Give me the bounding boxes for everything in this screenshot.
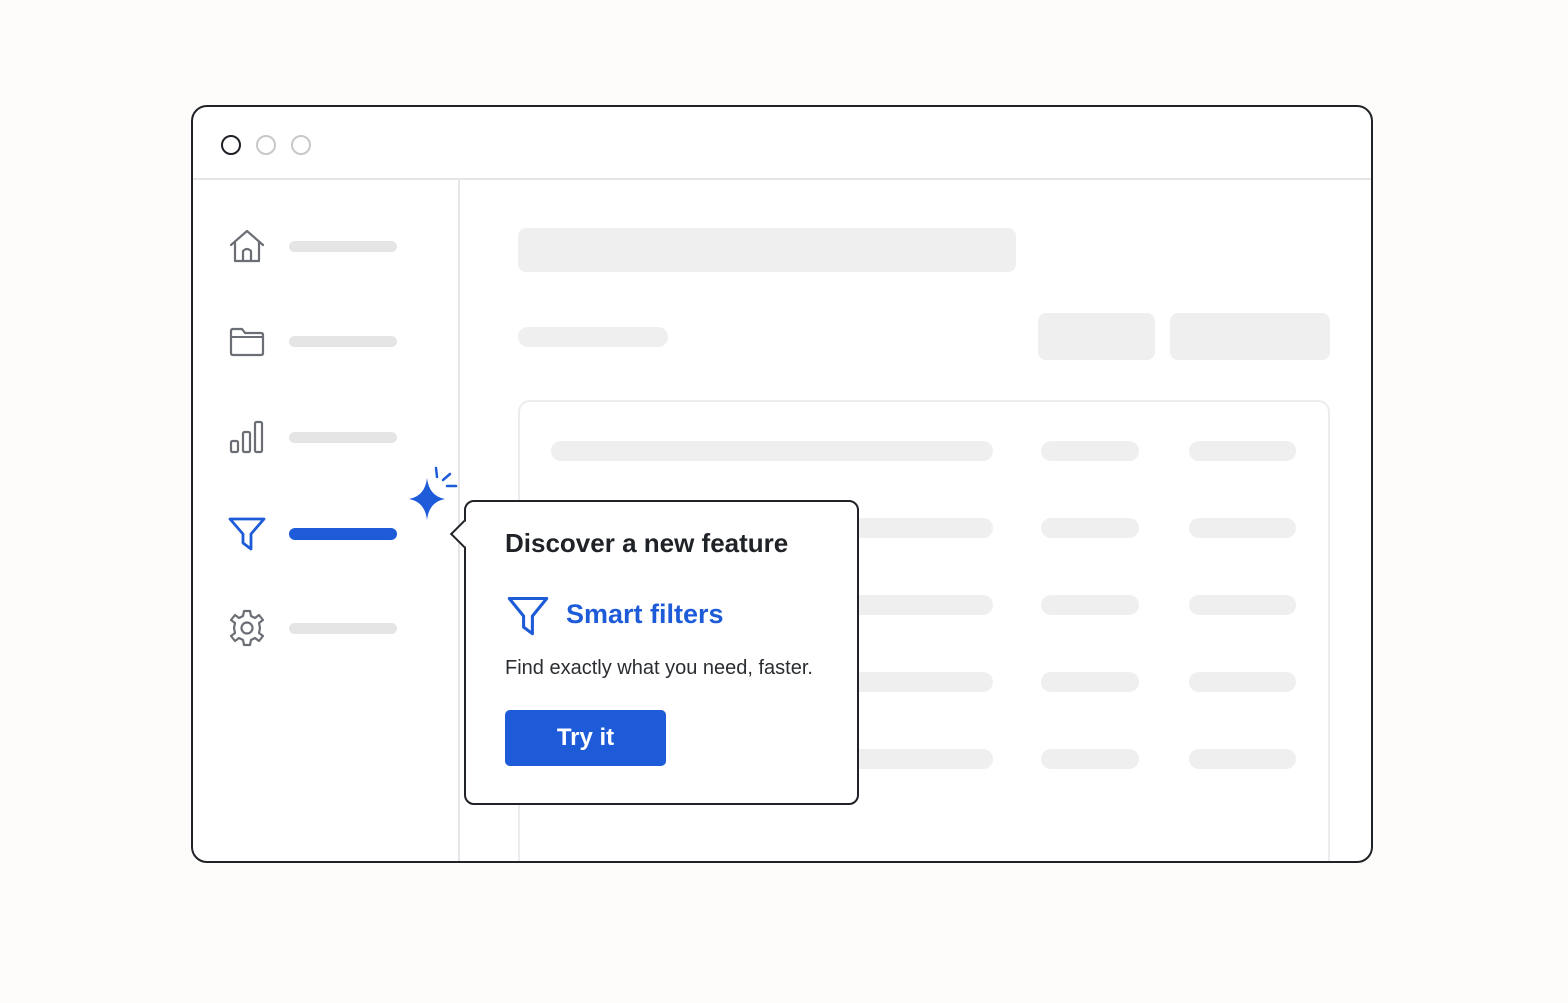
table-cell-placeholder: [1041, 441, 1139, 461]
toolbar-button-placeholder[interactable]: [1170, 313, 1330, 360]
table-cell-placeholder: [1189, 595, 1296, 615]
sparkle-icon: [409, 466, 458, 520]
table-cell-placeholder: [1041, 518, 1139, 538]
sidebar-item-label-placeholder: [289, 623, 397, 634]
feature-discovery-popover: Discover a new feature Smart filters Fin…: [449, 500, 859, 805]
table-cell-placeholder: [1189, 672, 1296, 692]
table-cell-placeholder: [1189, 441, 1296, 461]
page-title-placeholder: [518, 228, 1016, 272]
folder-icon: [229, 327, 265, 357]
table-cell-placeholder: [1041, 672, 1139, 692]
window-minimize-button[interactable]: [256, 135, 276, 155]
sidebar-item-files[interactable]: [227, 321, 407, 361]
table-cell-placeholder: [1041, 749, 1139, 769]
feature-description: Find exactly what you need, faster.: [505, 657, 813, 679]
gear-icon: [229, 609, 265, 647]
sidebar-item-label-placeholder: [289, 528, 397, 540]
feature-name: Smart filters: [566, 599, 724, 629]
popover-title: Discover a new feature: [505, 528, 789, 558]
sidebar-item-label-placeholder: [289, 241, 397, 252]
sidebar-item-label-placeholder: [289, 432, 397, 443]
window-maximize-button[interactable]: [291, 135, 311, 155]
table-cell-placeholder: [1041, 595, 1139, 615]
window-close-button[interactable]: [221, 135, 241, 155]
sidebar-item-settings[interactable]: [227, 608, 407, 648]
table-cell-placeholder: [1189, 518, 1296, 538]
sidebar-item-label-placeholder: [289, 336, 397, 347]
subtitle-placeholder: [518, 327, 668, 347]
filter-icon: [228, 517, 266, 551]
title-bar: [193, 107, 1371, 180]
try-it-button[interactable]: Try it: [505, 710, 666, 766]
table-cell-placeholder: [1189, 749, 1296, 769]
toolbar-button-placeholder[interactable]: [1038, 313, 1155, 360]
bar-chart-icon: [229, 420, 264, 454]
sidebar-item-analytics[interactable]: [227, 417, 407, 457]
sidebar-item-filters[interactable]: [227, 513, 407, 553]
sidebar-item-home[interactable]: [227, 226, 407, 266]
table-cell-placeholder: [551, 441, 993, 461]
filter-icon: [507, 596, 549, 636]
home-icon: [229, 229, 265, 263]
